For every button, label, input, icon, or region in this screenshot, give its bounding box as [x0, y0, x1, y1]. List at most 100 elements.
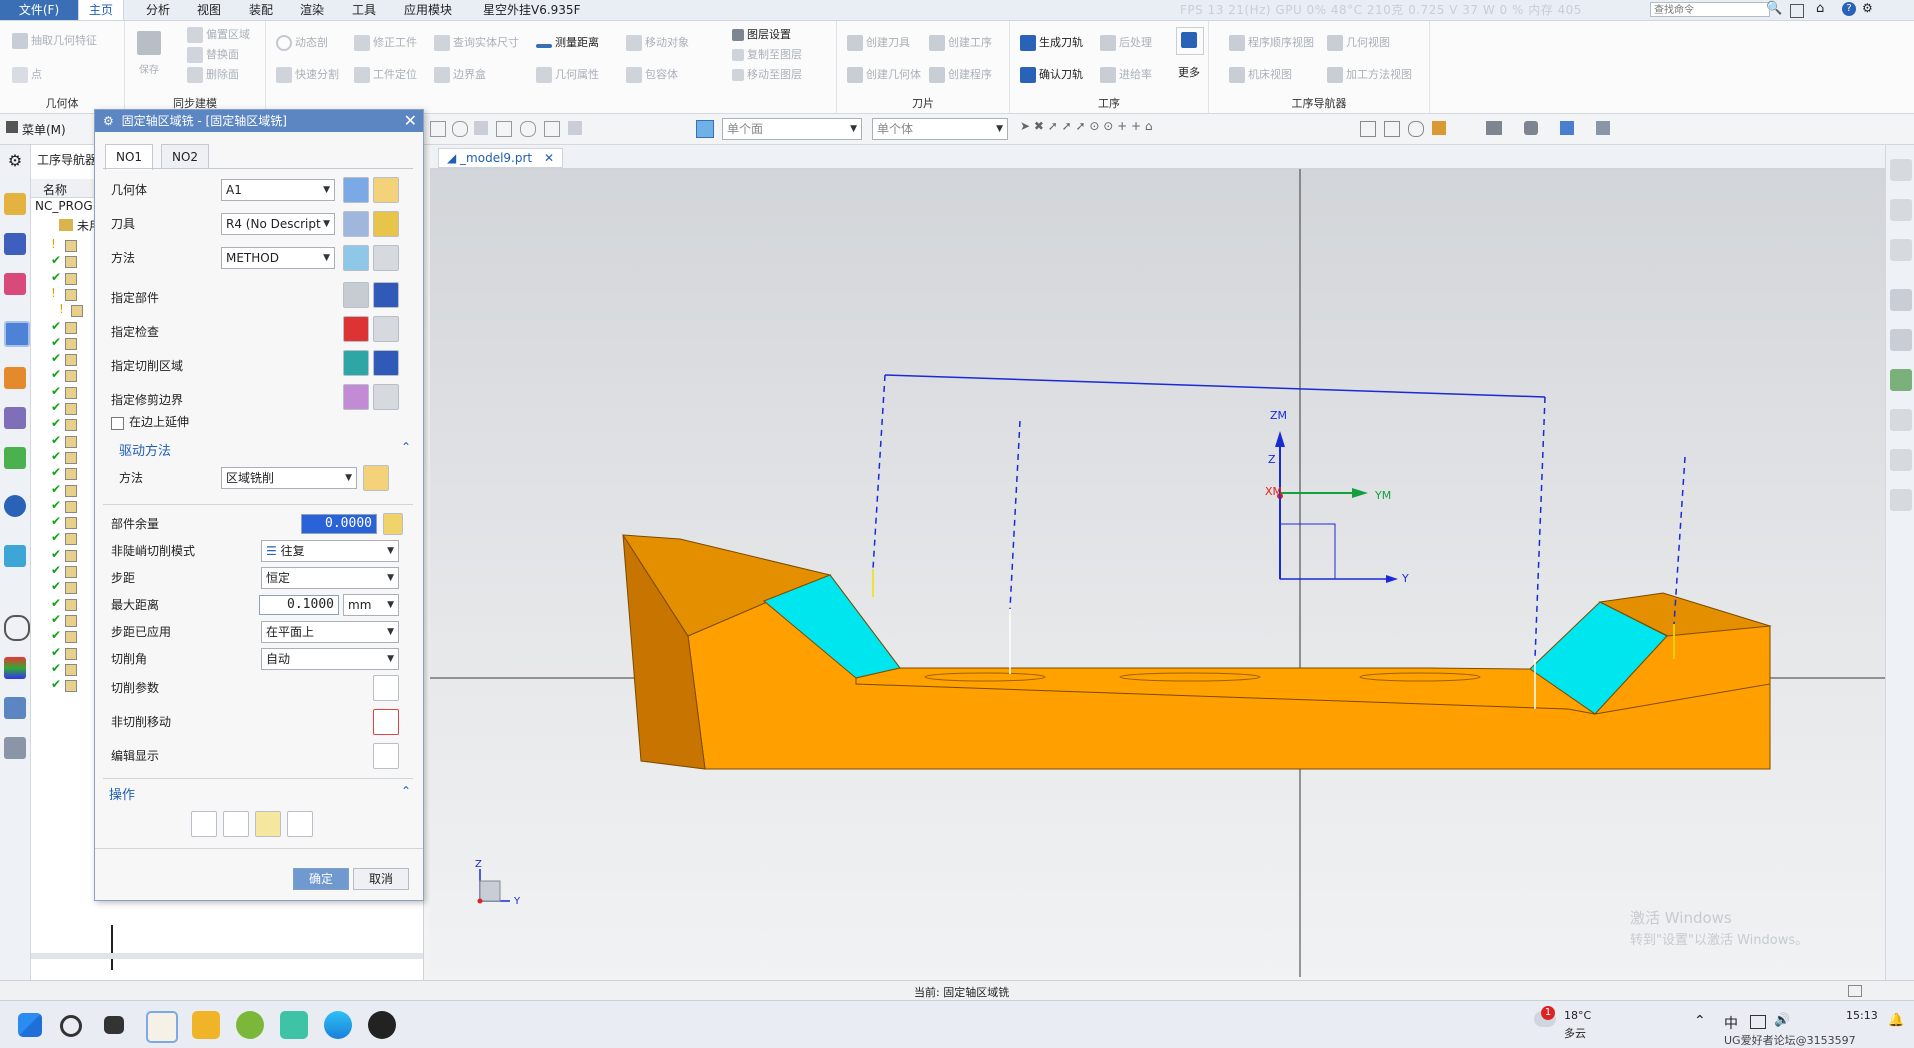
menu-home[interactable]: 主页	[78, 0, 125, 20]
drive-method-header[interactable]: 驱动方法	[119, 440, 171, 459]
right-tool-icon[interactable]	[1890, 329, 1912, 351]
geometry-select[interactable]: A1 ▼	[221, 179, 335, 201]
workpiece-position-button[interactable]: 工件定位	[354, 65, 417, 85]
windows-start-icon[interactable]	[18, 1013, 42, 1037]
view-icon[interactable]	[568, 121, 582, 135]
menu-application[interactable]: 应用模块	[404, 0, 452, 20]
menu-tools[interactable]: 工具	[352, 0, 376, 20]
volume-icon[interactable]: 🔊	[1774, 1013, 1790, 1028]
cut-angle-select[interactable]: 自动 ▼	[261, 648, 399, 670]
history-icon[interactable]	[4, 407, 26, 429]
specify-cut-area-button[interactable]	[343, 350, 369, 376]
library-icon[interactable]	[4, 447, 26, 469]
flashlight-icon[interactable]	[373, 350, 399, 376]
filter-icon[interactable]	[474, 121, 488, 135]
right-tool-icon[interactable]	[1890, 369, 1912, 391]
edit-geometry-button[interactable]	[373, 177, 399, 203]
info-icon[interactable]	[4, 495, 26, 517]
menu-view[interactable]: 视图	[197, 0, 221, 20]
palette-icon[interactable]	[4, 657, 26, 679]
menu-plugin[interactable]: 星空外挂V6.935F	[483, 0, 580, 20]
max-distance-input[interactable]: 0.1000	[259, 595, 339, 615]
reuse-library-icon[interactable]	[4, 367, 26, 389]
tools-icon[interactable]	[4, 737, 26, 759]
right-tool-icon[interactable]	[1890, 289, 1912, 311]
new-geometry-button[interactable]	[343, 177, 369, 203]
edit-tool-button[interactable]	[373, 211, 399, 237]
replay-icon[interactable]	[223, 811, 249, 837]
new-method-button[interactable]	[343, 245, 369, 271]
create-operation-button[interactable]: 创建工序	[929, 33, 992, 53]
dynamic-section-button[interactable]: 动态剖	[276, 33, 328, 53]
create-program-button[interactable]: 创建程序	[929, 65, 992, 85]
extend-edge-checkbox[interactable]	[111, 417, 124, 430]
close-icon[interactable]: ✕	[544, 151, 554, 165]
column-name[interactable]: 名称	[43, 181, 67, 198]
operation-navigator-icon[interactable]	[4, 321, 30, 347]
nonsteep-select[interactable]: ☰ 往复 ▼	[261, 540, 399, 562]
tab-no2[interactable]: NO2	[161, 144, 210, 169]
generate-icon[interactable]	[191, 811, 217, 837]
tab-model9[interactable]: ◢ _model9.prt ✕	[438, 148, 564, 168]
query-solid-size-button[interactable]: 查询实体尺寸	[434, 33, 519, 53]
box-select-icon[interactable]	[496, 121, 512, 137]
noncut-moves-button[interactable]	[373, 709, 399, 735]
snap-tools-icon[interactable]: ➤ ✖ ➚ ➚ ➚ ⊙ ⊙ + + ⌂	[1020, 119, 1152, 133]
new-tool-button[interactable]	[343, 211, 369, 237]
more-button[interactable]	[1176, 27, 1204, 55]
shading-icon[interactable]	[1524, 121, 1538, 135]
machine-view-button[interactable]: 机床视图	[1229, 65, 1292, 85]
circle-select-icon[interactable]	[520, 121, 536, 137]
clock-icon[interactable]	[4, 615, 30, 641]
render-mode-icon[interactable]	[1360, 121, 1376, 137]
blue-cube-icon[interactable]	[1560, 121, 1574, 135]
envelope-button[interactable]: 包容体	[626, 65, 678, 85]
feedrate-button[interactable]: 进给率	[1100, 65, 1152, 85]
ime-label[interactable]: 中	[1724, 1013, 1738, 1033]
move-object-button[interactable]: 移动对象	[626, 33, 689, 53]
window-icon[interactable]	[1790, 4, 1804, 18]
web-icon[interactable]	[4, 545, 26, 567]
snap-icon[interactable]	[430, 121, 446, 137]
search-icon[interactable]	[60, 1015, 82, 1037]
help-icon[interactable]: ?	[1842, 2, 1856, 16]
measure-distance-button[interactable]: 测量距离	[536, 33, 599, 53]
quick-split-button[interactable]: 快速分割	[276, 65, 339, 85]
dialog-titlebar[interactable]: ⚙ 固定轴区域铣 - [固定轴区域铣] ✕	[95, 110, 423, 132]
delete-face-button[interactable]: 删除面	[187, 65, 239, 85]
music-icon[interactable]	[280, 1011, 308, 1039]
move-to-layer-button[interactable]: 移动至图层	[732, 65, 802, 85]
paint-icon[interactable]	[1432, 121, 1446, 135]
body-filter-select[interactable]: 单个体 ▼	[872, 118, 1008, 140]
main-menu-button[interactable]: 菜单(M)	[22, 121, 66, 138]
home-icon[interactable]: ⌂	[1816, 1, 1824, 16]
part-stock-input[interactable]: 0.0000	[301, 514, 377, 534]
cut-params-button[interactable]	[373, 675, 399, 701]
actions-header[interactable]: 操作	[109, 784, 135, 803]
menu-analysis[interactable]: 分析	[146, 0, 170, 20]
offset-region-button[interactable]: 偏置区域	[187, 25, 250, 45]
geometry-props-button[interactable]: 几何属性	[536, 65, 599, 85]
extract-geometry-button[interactable]: 抽取几何特征	[12, 31, 97, 51]
specify-part-button[interactable]	[343, 282, 369, 308]
geometry-view-button[interactable]: 几何视图	[1327, 33, 1390, 53]
machine-tree-icon[interactable]	[4, 233, 26, 255]
tool-select[interactable]: R4 (No Descript ▼	[221, 213, 335, 235]
ok-button[interactable]: 确定	[293, 868, 349, 890]
chevron-up-icon[interactable]: ⌃	[1694, 1013, 1706, 1029]
snap-point-icon[interactable]	[452, 121, 468, 137]
layer-settings-button[interactable]: 图层设置	[732, 25, 791, 45]
copy-to-layer-button[interactable]: 复制至图层	[732, 45, 802, 65]
list-icon[interactable]	[287, 811, 313, 837]
stepover-select[interactable]: 恒定 ▼	[261, 567, 399, 589]
layout-icon[interactable]	[1384, 121, 1400, 137]
edit-drive-button[interactable]	[363, 465, 389, 491]
lock-icon[interactable]	[383, 513, 403, 535]
stepover-applied-select[interactable]: 在平面上 ▼	[261, 621, 399, 643]
edge-icon[interactable]	[324, 1011, 352, 1039]
geometry-tree-icon[interactable]	[4, 273, 26, 295]
fullscreen-icon[interactable]	[1848, 985, 1862, 997]
app-green-icon[interactable]	[236, 1011, 264, 1039]
method-view-button[interactable]: 加工方法视图	[1327, 65, 1412, 85]
search-icon[interactable]: 🔍	[1766, 1, 1782, 16]
